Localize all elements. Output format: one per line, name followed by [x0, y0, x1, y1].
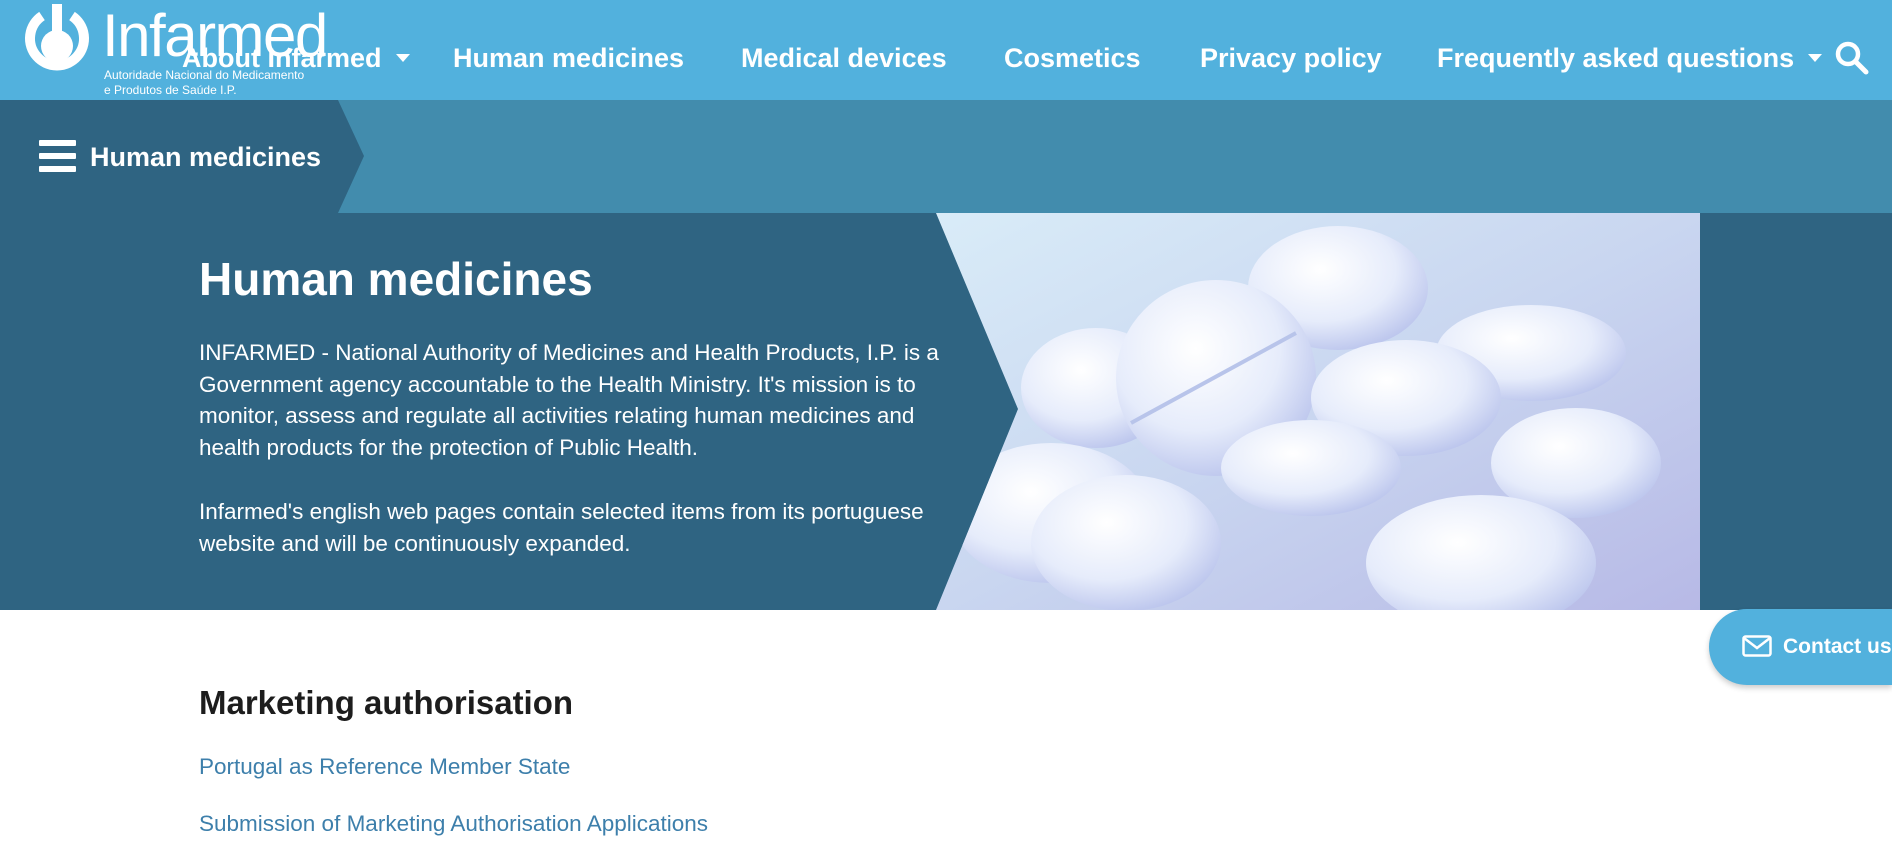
- nav-human-medicines[interactable]: Human medicines: [453, 38, 684, 78]
- page-title: Human medicines: [199, 253, 593, 305]
- nav-about-infarmed[interactable]: About Infarmed: [182, 38, 410, 78]
- contact-us-button[interactable]: Contact us: [1709, 609, 1892, 685]
- hero-description: INFARMED - National Authority of Medicin…: [199, 340, 939, 460]
- nav-faq-label: Frequently asked questions: [1437, 43, 1795, 73]
- nav-about-label: About Infarmed: [182, 43, 382, 73]
- link-portugal-reference-member-state[interactable]: Portugal as Reference Member State: [199, 752, 570, 782]
- logo-subtitle-line2: e Produtos de Saúde I.P.: [104, 83, 237, 97]
- envelope-icon: [1742, 635, 1772, 657]
- contact-us-label: Contact us: [1783, 635, 1892, 658]
- search-icon[interactable]: [1834, 40, 1870, 76]
- hero-note: Infarmed's english web pages contain sel…: [199, 499, 924, 556]
- caret-down-icon: [1808, 53, 1823, 62]
- infarmed-logo-icon: [25, 4, 89, 71]
- section-title-marketing-authorisation: Marketing authorisation: [199, 684, 574, 721]
- hamburger-menu-icon[interactable]: [39, 140, 76, 172]
- nav-privacy-policy[interactable]: Privacy policy: [1200, 38, 1382, 78]
- nav-cosmetics[interactable]: Cosmetics: [1004, 38, 1141, 78]
- link-submission-marketing-authorisation[interactable]: Submission of Marketing Authorisation Ap…: [199, 809, 708, 839]
- breadcrumb-title[interactable]: Human medicines: [90, 139, 321, 175]
- caret-down-icon: [395, 53, 410, 62]
- nav-faq[interactable]: Frequently asked questions: [1437, 38, 1823, 78]
- pills-image: [936, 213, 1700, 610]
- nav-medical-devices[interactable]: Medical devices: [741, 38, 947, 78]
